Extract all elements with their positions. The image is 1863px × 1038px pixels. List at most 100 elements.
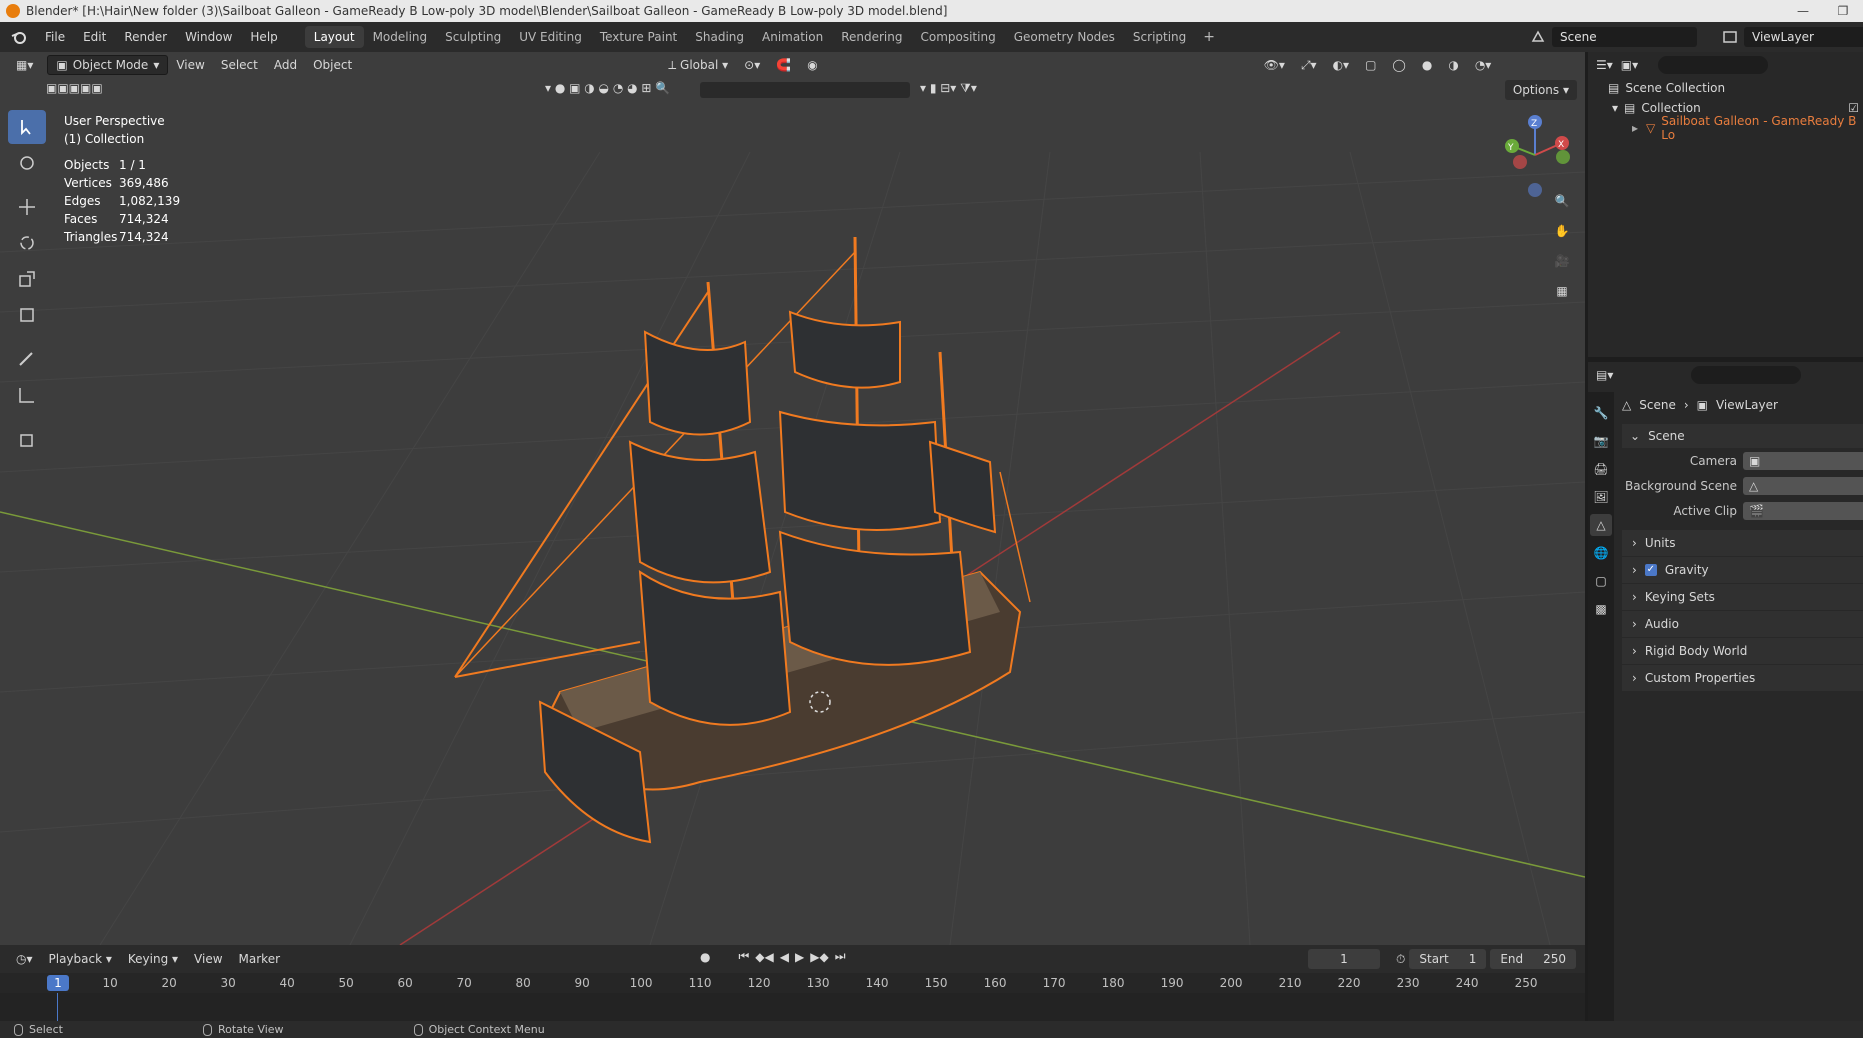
ortho-grid-icon[interactable]: ▦ xyxy=(1548,280,1576,302)
scale-tool[interactable] xyxy=(8,262,46,296)
navigation-gizmo[interactable]: Z Y X xyxy=(1490,110,1580,200)
viewport-search-field[interactable] xyxy=(700,82,910,98)
galleon-model[interactable] xyxy=(454,236,1031,844)
properties-search-field[interactable] xyxy=(1691,366,1802,384)
cursor-tool[interactable] xyxy=(8,146,46,180)
move-tool[interactable] xyxy=(8,190,46,224)
tab-rendering[interactable]: Rendering xyxy=(832,26,911,48)
outliner-editor-type-icon[interactable]: ☰▾ xyxy=(1596,58,1613,72)
timeline-track-area[interactable] xyxy=(0,993,1585,1021)
3d-viewport[interactable]: ▦▾ ▣ Object Mode ▾ View Select Add Objec… xyxy=(0,52,1585,945)
viewlayer-name-field[interactable]: ViewLayer xyxy=(1744,27,1863,47)
scene-tab-icon[interactable]: △ xyxy=(1590,514,1612,536)
minimize-icon[interactable]: — xyxy=(1783,0,1823,22)
select-mode-icons[interactable]: ▣▣▣▣▣ xyxy=(46,81,103,95)
display-mode-icon[interactable]: ▣▾ xyxy=(1621,58,1638,72)
transform-tool[interactable] xyxy=(8,298,46,332)
jump-start-icon[interactable]: ⏮ xyxy=(738,949,749,964)
stopwatch-icon[interactable]: ⏱ xyxy=(1396,952,1405,967)
pan-hand-icon[interactable]: ✋ xyxy=(1548,220,1576,242)
custom-properties-panel-header[interactable]: › Custom Properties xyxy=(1622,664,1863,691)
menu-object[interactable]: Object xyxy=(305,55,360,75)
shading-material-icon[interactable]: ◑ xyxy=(1440,55,1466,75)
add-workspace-icon[interactable]: + xyxy=(1195,29,1223,45)
tool-tab-icon[interactable]: 🔧 xyxy=(1590,402,1612,424)
gravity-panel-header[interactable]: › ✓ Gravity xyxy=(1622,556,1863,583)
select-box-tool[interactable] xyxy=(8,110,46,144)
annotate-tool[interactable] xyxy=(8,342,46,376)
outliner-search-field[interactable] xyxy=(1658,56,1769,74)
expand-arrow-icon[interactable]: ▸ xyxy=(1632,121,1638,135)
texture-tab-icon[interactable]: ▩ xyxy=(1590,598,1612,620)
shading-rendered-icon[interactable]: ◔▾ xyxy=(1467,55,1500,75)
tab-scripting[interactable]: Scripting xyxy=(1124,26,1195,48)
collection-tab-icon[interactable]: ▢ xyxy=(1590,570,1612,592)
keying-sets-panel-header[interactable]: › Keying Sets xyxy=(1622,583,1863,610)
playhead-frame-badge[interactable]: 1 xyxy=(47,975,69,991)
tab-sculpting[interactable]: Sculpting xyxy=(436,26,510,48)
outliner-item-galleon[interactable]: ▸ ▽ Sailboat Galleon - GameReady B Lo xyxy=(1588,114,1863,142)
end-frame-field[interactable]: End 250 xyxy=(1490,949,1577,969)
render-tab-icon[interactable]: 📷 xyxy=(1590,430,1612,452)
menu-edit[interactable]: Edit xyxy=(74,26,115,48)
shading-wireframe-icon[interactable]: ◯ xyxy=(1384,55,1413,75)
transform-orientation-dropdown[interactable]: ⟂ Global ▾ xyxy=(660,55,736,75)
measure-tool[interactable] xyxy=(8,378,46,412)
record-icon[interactable]: ● xyxy=(700,950,710,964)
world-tab-icon[interactable]: 🌐 xyxy=(1590,542,1612,564)
play-icon[interactable]: ▶ xyxy=(795,950,804,964)
expand-arrow-icon[interactable]: ▾ xyxy=(1612,101,1618,115)
playhead-line[interactable] xyxy=(57,993,58,1021)
menu-add[interactable]: Add xyxy=(266,55,305,75)
background-scene-field[interactable]: △ xyxy=(1743,476,1863,495)
tab-uv-editing[interactable]: UV Editing xyxy=(510,26,591,48)
viewlayer-icon[interactable] xyxy=(1722,29,1738,45)
scene-panel-header[interactable]: ⌄ Scene xyxy=(1622,424,1863,448)
timeline-editor-type-icon[interactable]: ◷▾ xyxy=(8,952,41,966)
outliner-item-scene-collection[interactable]: ▤ Scene Collection xyxy=(1588,78,1863,98)
menu-file[interactable]: File xyxy=(36,26,74,48)
add-cube-tool[interactable] xyxy=(8,422,46,456)
snap-icon[interactable]: 🧲 xyxy=(768,55,799,75)
camera-field[interactable]: ▣ xyxy=(1743,451,1863,470)
scene-name-field[interactable]: Scene xyxy=(1552,27,1697,47)
object-mode-dropdown[interactable]: ▣ Object Mode ▾ xyxy=(47,55,169,75)
prev-keyframe-icon[interactable]: ◆◀ xyxy=(755,950,773,964)
editor-type-icon[interactable]: ▦▾ xyxy=(8,55,41,75)
properties-editor-type-icon[interactable]: ▤▾ xyxy=(1596,368,1613,382)
pivot-icon[interactable]: ⊙▾ xyxy=(736,55,768,75)
output-tab-icon[interactable]: 🖨 xyxy=(1590,458,1612,480)
audio-panel-header[interactable]: › Audio xyxy=(1622,610,1863,637)
proportional-edit-icon[interactable]: ◉ xyxy=(799,55,825,75)
camera-view-icon[interactable]: 🎥 xyxy=(1548,250,1576,272)
gravity-checkbox[interactable]: ✓ xyxy=(1644,564,1657,576)
start-frame-field[interactable]: Start 1 xyxy=(1409,949,1487,969)
options-dropdown[interactable]: Options ▾ xyxy=(1504,80,1577,100)
menu-window[interactable]: Window xyxy=(176,26,241,48)
menu-select[interactable]: Select xyxy=(213,55,266,75)
collection-visibility-icons[interactable]: ▾ ● ▣ ◑ ◒ ◔ ◕ ⊞ 🔍 xyxy=(545,81,670,95)
tab-layout[interactable]: Layout xyxy=(304,26,364,48)
rigid-body-panel-header[interactable]: › Rigid Body World xyxy=(1622,637,1863,664)
tab-shading[interactable]: Shading xyxy=(686,26,753,48)
current-frame-field[interactable]: 1 xyxy=(1308,949,1380,969)
visibility-icon[interactable]: 👁▾ xyxy=(1256,55,1293,75)
scene-icon[interactable] xyxy=(1530,29,1546,45)
viewlayer-tab-icon[interactable]: 🖼 xyxy=(1590,486,1612,508)
zoom-icon[interactable]: 🔍 xyxy=(1548,190,1576,212)
menu-marker[interactable]: Marker xyxy=(231,952,288,966)
menu-view[interactable]: View xyxy=(168,55,212,75)
visibility-checkbox-icon[interactable]: ☑ xyxy=(1848,101,1859,115)
tab-texture-paint[interactable]: Texture Paint xyxy=(591,26,686,48)
menu-render[interactable]: Render xyxy=(115,26,176,48)
menu-timeline-view[interactable]: View xyxy=(186,952,230,966)
menu-help[interactable]: Help xyxy=(241,26,286,48)
timeline-ruler[interactable]: 1 10 20 30 40 50 60 70 80 90 100 110 120 130 140 150 16… xyxy=(0,973,1585,993)
jump-end-icon[interactable]: ⏭ xyxy=(835,949,846,964)
rotate-tool[interactable] xyxy=(8,226,46,260)
menu-playback[interactable]: Playback ▾ xyxy=(41,952,120,966)
active-clip-field[interactable]: 🎬 xyxy=(1743,501,1863,520)
menu-keying[interactable]: Keying ▾ xyxy=(120,952,186,966)
overlay-toggle-icon[interactable]: ◐▾ xyxy=(1325,55,1358,75)
filter-icons[interactable]: ▾ ▮ ⊟▾ ⧩▾ xyxy=(920,81,977,96)
